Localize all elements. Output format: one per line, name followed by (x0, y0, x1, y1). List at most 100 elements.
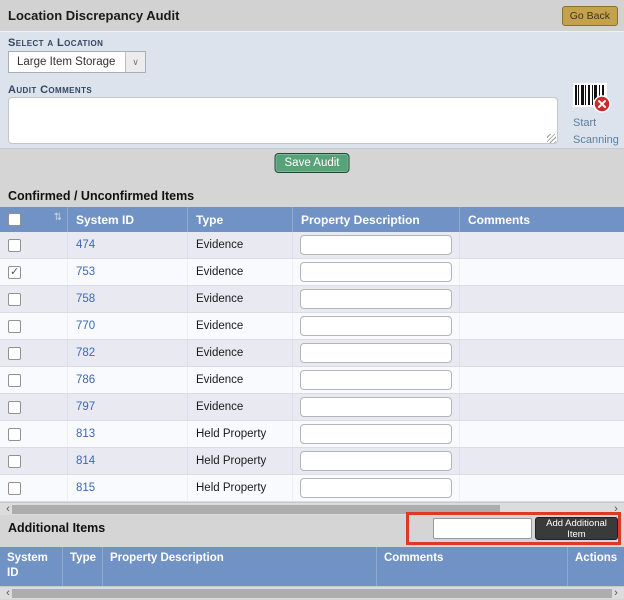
property-description-input[interactable] (300, 235, 452, 255)
property-description-cell (293, 286, 460, 312)
barcode-cancel-icon (573, 83, 611, 113)
property-description-cell (293, 421, 460, 447)
column-header-type[interactable]: Type (188, 207, 293, 232)
type-cell: Evidence (188, 367, 293, 393)
type-cell: Evidence (188, 394, 293, 420)
row-checkbox[interactable] (8, 266, 21, 279)
system-id-link[interactable]: 758 (76, 293, 95, 305)
page-title: Location Discrepancy Audit (8, 8, 179, 23)
row-checkbox[interactable] (8, 374, 21, 387)
type-cell: Evidence (188, 340, 293, 366)
row-checkbox[interactable] (8, 293, 21, 306)
type-cell: Held Property (188, 475, 293, 501)
property-description-input[interactable] (300, 424, 452, 444)
system-id-link[interactable]: 797 (76, 401, 95, 413)
system-id-link[interactable]: 814 (76, 455, 95, 467)
system-id-cell: 758 (68, 286, 188, 312)
table-row: 782 Evidence (0, 340, 624, 367)
table-row: 814Held Property (0, 448, 624, 475)
property-description-input[interactable] (300, 316, 452, 336)
row-checkbox[interactable] (8, 401, 21, 414)
column-header-system-id: System ID (0, 547, 63, 586)
row-checkbox[interactable] (8, 428, 21, 441)
table-row: 786 Evidence (0, 367, 624, 394)
row-checkbox[interactable] (8, 320, 21, 333)
type-cell: Evidence (188, 259, 293, 285)
type-cell: Held Property (188, 421, 293, 447)
comments-cell (460, 313, 624, 339)
system-id-link[interactable]: 786 (76, 374, 95, 386)
table-row: 770 Evidence (0, 313, 624, 340)
property-description-cell (293, 394, 460, 420)
property-description-input[interactable] (300, 397, 452, 417)
property-description-input[interactable] (300, 451, 452, 471)
add-additional-item-button[interactable]: Add Additional Item (535, 517, 618, 540)
checkbox-cell (0, 259, 68, 285)
system-id-link[interactable]: 815 (76, 482, 95, 494)
system-id-link[interactable]: 770 (76, 320, 95, 332)
column-header-property-description[interactable]: Property Description (293, 207, 460, 232)
property-description-input[interactable] (300, 262, 452, 282)
column-header-comments: Comments (377, 547, 568, 586)
additional-item-input[interactable] (433, 518, 532, 539)
column-header-comments[interactable]: Comments (460, 207, 624, 232)
table-row: 753 Evidence (0, 259, 624, 286)
system-id-cell: 797 (68, 394, 188, 420)
property-description-cell (293, 448, 460, 474)
property-description-cell (293, 340, 460, 366)
checkbox-cell (0, 313, 68, 339)
audit-comments-textarea[interactable] (8, 97, 558, 144)
location-select[interactable]: Large Item Storage ∨ (8, 51, 146, 73)
sort-icon[interactable]: ⇅ (54, 212, 62, 223)
checkbox-cell (0, 340, 68, 366)
checkbox-cell (0, 475, 68, 501)
scrollbar-thumb[interactable] (12, 589, 612, 598)
start-scanning-button[interactable]: Start Scanning (573, 83, 621, 147)
property-description-cell (293, 313, 460, 339)
type-cell: Evidence (188, 232, 293, 258)
comments-cell (460, 475, 624, 501)
header-checkbox-cell: ⇅ (0, 207, 68, 232)
property-description-input[interactable] (300, 370, 452, 390)
row-checkbox[interactable] (8, 455, 21, 468)
go-back-button[interactable]: Go Back (562, 6, 618, 26)
location-discrepancy-audit-page: Location Discrepancy Audit Go Back Selec… (0, 0, 624, 600)
property-description-input[interactable] (300, 478, 452, 498)
select-all-checkbox[interactable] (8, 213, 21, 226)
start-scanning-label-line1: Start (573, 116, 621, 130)
row-checkbox[interactable] (8, 482, 21, 495)
title-bar: Location Discrepancy Audit Go Back (0, 0, 624, 31)
property-description-cell (293, 367, 460, 393)
column-header-type: Type (63, 547, 103, 586)
type-cell: Evidence (188, 313, 293, 339)
table-row: 797 Evidence (0, 394, 624, 421)
system-id-link[interactable]: 782 (76, 347, 95, 359)
row-checkbox[interactable] (8, 239, 21, 252)
additional-table-header: System ID Type Property Description Comm… (0, 547, 624, 586)
property-description-input[interactable] (300, 289, 452, 309)
comments-cell (460, 367, 624, 393)
start-scanning-label-line2: Scanning (573, 133, 621, 147)
system-id-cell: 815 (68, 475, 188, 501)
system-id-cell: 814 (68, 448, 188, 474)
comments-cell (460, 259, 624, 285)
chevron-down-icon[interactable]: ∨ (125, 52, 145, 72)
property-description-input[interactable] (300, 343, 452, 363)
type-cell: Evidence (188, 286, 293, 312)
system-id-cell: 474 (68, 232, 188, 258)
system-id-link[interactable]: 753 (76, 266, 95, 278)
comments-cell (460, 394, 624, 420)
textarea-resize-grip[interactable] (547, 134, 556, 143)
table-row: 758 Evidence (0, 286, 624, 313)
confirmed-table-body: 474 Evidence 753 Evidence 758 Evidence 770 Evid… (0, 232, 624, 502)
system-id-link[interactable]: 474 (76, 239, 95, 251)
system-id-link[interactable]: 813 (76, 428, 95, 440)
property-description-cell (293, 475, 460, 501)
save-audit-button[interactable]: Save Audit (275, 153, 350, 173)
confirmed-items-table: ⇅ System ID Type Property Description Co… (0, 207, 624, 502)
table-row: 813 Held Property (0, 421, 624, 448)
scroll-right-icon[interactable]: › (611, 587, 621, 599)
row-checkbox[interactable] (8, 347, 21, 360)
horizontal-scrollbar[interactable]: ‹ › (0, 586, 624, 599)
column-header-system-id[interactable]: System ID (68, 207, 188, 232)
